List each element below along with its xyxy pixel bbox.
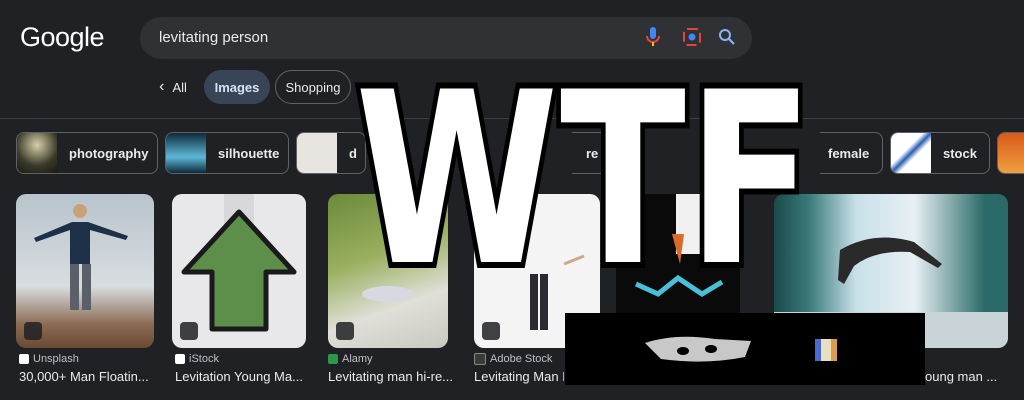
chip-photography[interactable]: photography: [16, 132, 158, 174]
tab-shopping[interactable]: Shopping: [275, 70, 351, 104]
result-title[interactable]: 30,000+ Man Floatin...: [19, 369, 159, 384]
alamy-icon: [328, 354, 338, 364]
chip-thumbnail: [891, 133, 931, 173]
result-title[interactable]: Levitation Young Ma...: [175, 369, 315, 384]
chip-thumbnail: [166, 133, 206, 173]
tab-images-label: Images: [214, 79, 260, 95]
svg-text:WTF: WTF: [355, 42, 815, 290]
source-name: Alamy: [342, 353, 373, 365]
image-badge-icon: [180, 322, 198, 340]
chip-silhouette[interactable]: silhouette: [165, 132, 289, 174]
source-name: Unsplash: [33, 353, 79, 365]
black-overlay-bar: [565, 313, 925, 385]
result-image[interactable]: [172, 194, 306, 348]
result-title[interactable]: Levitating man hi-re...: [328, 369, 468, 384]
result-source[interactable]: Unsplash: [19, 353, 79, 365]
google-logo[interactable]: Google: [20, 22, 105, 53]
chip-thumbnail: [17, 133, 57, 173]
blurred-icons: [645, 336, 837, 362]
chip-label: female: [828, 145, 870, 161]
chip-label: stock: [943, 145, 977, 161]
chip-label: silhouette: [218, 145, 280, 161]
tab-all-label: All: [172, 79, 187, 95]
chip-more[interactable]: [997, 132, 1024, 174]
source-name: iStock: [189, 353, 219, 365]
result-title[interactable]: Levitating Man I: [474, 369, 564, 384]
chip-female[interactable]: female: [820, 132, 883, 174]
adobe-stock-icon: [474, 353, 486, 365]
istock-icon: [175, 354, 185, 364]
tab-all[interactable]: ‹ All: [150, 70, 196, 104]
tab-shopping-label: Shopping: [285, 79, 341, 95]
back-chevron-icon: ‹: [159, 78, 165, 95]
chip-label: photography: [69, 145, 149, 161]
image-badge-icon: [336, 322, 354, 340]
chip-stock[interactable]: stock: [890, 132, 990, 174]
chip-thumbnail: [998, 133, 1024, 173]
result-source[interactable]: Adobe Stock: [474, 353, 552, 365]
unsplash-icon: [19, 354, 29, 364]
chip-thumbnail: [297, 133, 337, 173]
result-title[interactable]: oung man ...: [925, 369, 1015, 384]
source-name: Adobe Stock: [490, 353, 553, 365]
result-image[interactable]: [16, 194, 154, 348]
search-input[interactable]: levitating person: [159, 29, 268, 46]
result-source[interactable]: Alamy: [328, 353, 373, 365]
tab-images[interactable]: Images: [204, 70, 270, 104]
result-source[interactable]: iStock: [175, 353, 219, 365]
image-badge-icon: [482, 322, 500, 340]
wtf-overlay-text: WTF: [349, 36, 819, 290]
image-badge-icon: [24, 322, 42, 340]
